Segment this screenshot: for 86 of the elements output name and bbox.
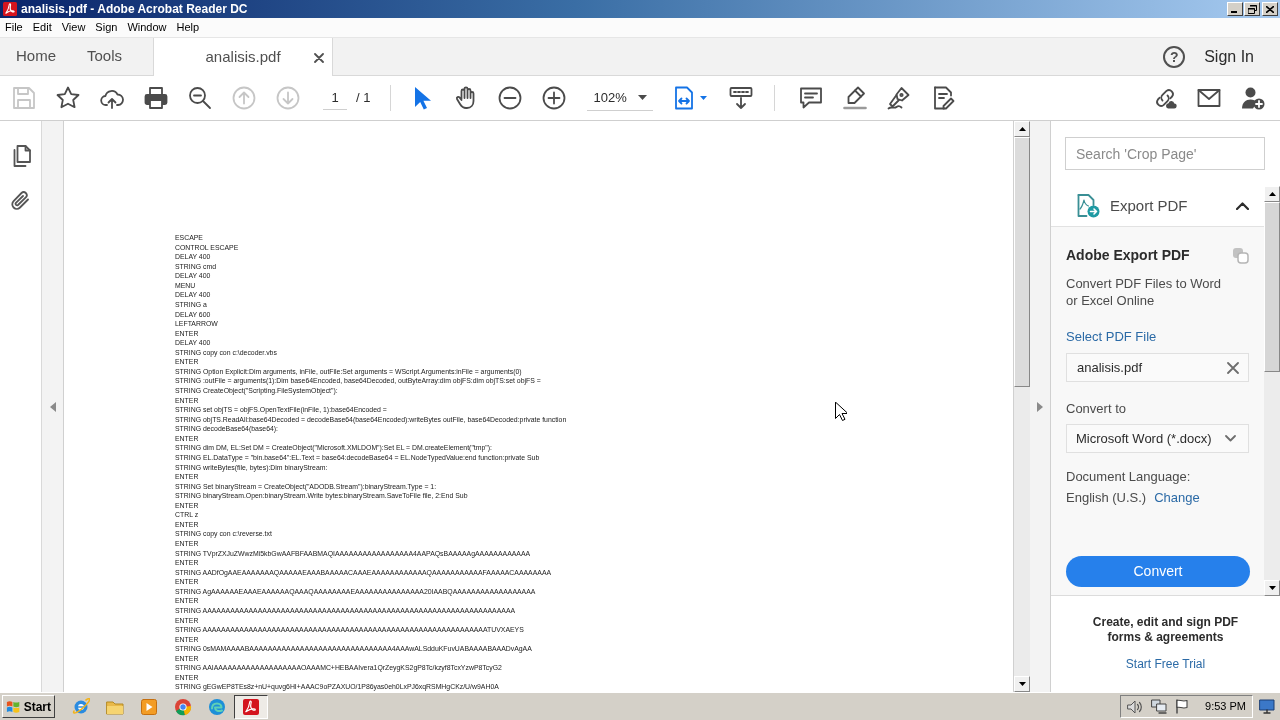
- chevron-up-icon[interactable]: [1236, 202, 1249, 210]
- search-field[interactable]: Search 'Crop Page': [1065, 137, 1265, 170]
- clear-icon[interactable]: [1227, 361, 1239, 374]
- search-icon: [188, 86, 212, 110]
- browser-icon: [208, 697, 226, 716]
- flag-icon[interactable]: [1175, 699, 1190, 714]
- printer-icon: [144, 86, 168, 110]
- help-button[interactable]: ?: [1163, 45, 1186, 68]
- scroll-up-button[interactable]: [1264, 186, 1280, 202]
- menu-item[interactable]: Window: [122, 19, 172, 36]
- file-field[interactable]: analisis.pdf: [1066, 353, 1249, 382]
- tab[interactable]: analisis.pdf: [153, 38, 334, 76]
- paperclip-icon: [10, 190, 31, 212]
- chevron-down-icon: [1225, 435, 1236, 442]
- menu-item[interactable]: Sign: [90, 19, 123, 36]
- file-name: analisis.pdf: [1077, 358, 1143, 377]
- menu-item[interactable]: Edit: [27, 19, 57, 36]
- down-triangle-icon: [1268, 586, 1276, 590]
- scrollbar[interactable]: [1264, 186, 1280, 596]
- mouse-pointer-icon: [835, 402, 847, 421]
- scroll-up-button[interactable]: [1014, 121, 1030, 137]
- speaker-icon[interactable]: [1127, 699, 1144, 714]
- scroll-down-button[interactable]: [1264, 580, 1280, 596]
- scroll-down-icon: [729, 86, 754, 110]
- link-icon: [1153, 86, 1177, 110]
- browser-icon: [72, 697, 90, 716]
- highlighter-icon: [843, 86, 868, 110]
- panel-heading: Adobe Export PDF: [1066, 246, 1190, 265]
- star-icon: [56, 86, 80, 110]
- restore-icon: [1247, 4, 1257, 14]
- media-player-icon: [140, 697, 158, 716]
- taskbar-button[interactable]: [234, 694, 268, 719]
- speech-bubble-icon: [799, 86, 824, 110]
- envelope-icon: [1197, 86, 1221, 110]
- panel-description: Convert PDF Files to Word or Excel Online: [1066, 275, 1223, 309]
- collapse-left-icon[interactable]: [49, 401, 56, 412]
- expand-right-icon[interactable]: [1037, 401, 1043, 412]
- up-triangle-icon: [1018, 127, 1026, 131]
- menu-item[interactable]: Help: [171, 19, 205, 36]
- scrollbar[interactable]: [1013, 121, 1030, 692]
- desktop-icon[interactable]: [1259, 699, 1275, 714]
- close-icon: [1266, 5, 1274, 13]
- menu-item[interactable]: View: [56, 19, 91, 36]
- minus-circle-icon: [498, 86, 523, 110]
- save-icon: [12, 86, 36, 110]
- page-count: / 1: [356, 89, 371, 108]
- sign-in-link[interactable]: Sign In: [1204, 44, 1254, 69]
- start-button[interactable]: Start: [2, 695, 55, 718]
- format-value: Microsoft Word (*.docx): [1076, 429, 1212, 448]
- network-icon[interactable]: [1151, 699, 1168, 714]
- page-number-field[interactable]: 1: [323, 86, 347, 110]
- plus-circle-icon: [542, 86, 567, 110]
- scroll-thumb[interactable]: [1014, 137, 1030, 387]
- language-value: English (U.S.): [1066, 490, 1147, 505]
- tab[interactable]: Tools: [71, 38, 138, 75]
- clock: 9:53 PM: [1205, 699, 1246, 715]
- add-person-icon: [1241, 86, 1265, 110]
- pen-icon: [887, 86, 912, 110]
- zoom-dropdown[interactable]: 102%: [587, 85, 654, 111]
- restore-button[interactable]: [1244, 2, 1260, 16]
- close-button[interactable]: [1262, 2, 1278, 16]
- menu-item[interactable]: File: [0, 19, 28, 36]
- pdf-app-icon: [3, 2, 17, 16]
- select-file-link[interactable]: Select PDF File: [1066, 329, 1249, 344]
- pdf-app-icon: [242, 697, 260, 716]
- down-triangle-icon: [1018, 682, 1026, 686]
- format-dropdown[interactable]: Microsoft Word (*.docx): [1066, 424, 1249, 453]
- tab[interactable]: Home: [0, 38, 71, 75]
- browser-icon: [174, 697, 192, 716]
- export-document-icon: [1076, 194, 1100, 218]
- window-title: analisis.pdf - Adobe Acrobat Reader DC: [21, 1, 248, 18]
- convert-button[interactable]: Convert: [1066, 556, 1250, 587]
- field-label: Document Language:: [1066, 469, 1192, 484]
- scroll-thumb[interactable]: [1264, 202, 1280, 372]
- scroll-down-button[interactable]: [1014, 676, 1030, 692]
- close-icon[interactable]: [314, 53, 325, 63]
- promo-text: Create, edit and sign PDF forms & agreements: [1091, 615, 1240, 645]
- minimize-button[interactable]: [1227, 2, 1243, 16]
- windows-flag-icon: [6, 699, 21, 714]
- document-pen-icon: [931, 86, 956, 110]
- caret-icon: [699, 96, 707, 100]
- up-triangle-icon: [1268, 192, 1276, 196]
- change-link[interactable]: Change: [1154, 490, 1200, 505]
- field-label: Convert to: [1066, 401, 1127, 416]
- free-trial-link[interactable]: Start Free Trial: [1125, 655, 1206, 673]
- caret-icon: [638, 95, 648, 100]
